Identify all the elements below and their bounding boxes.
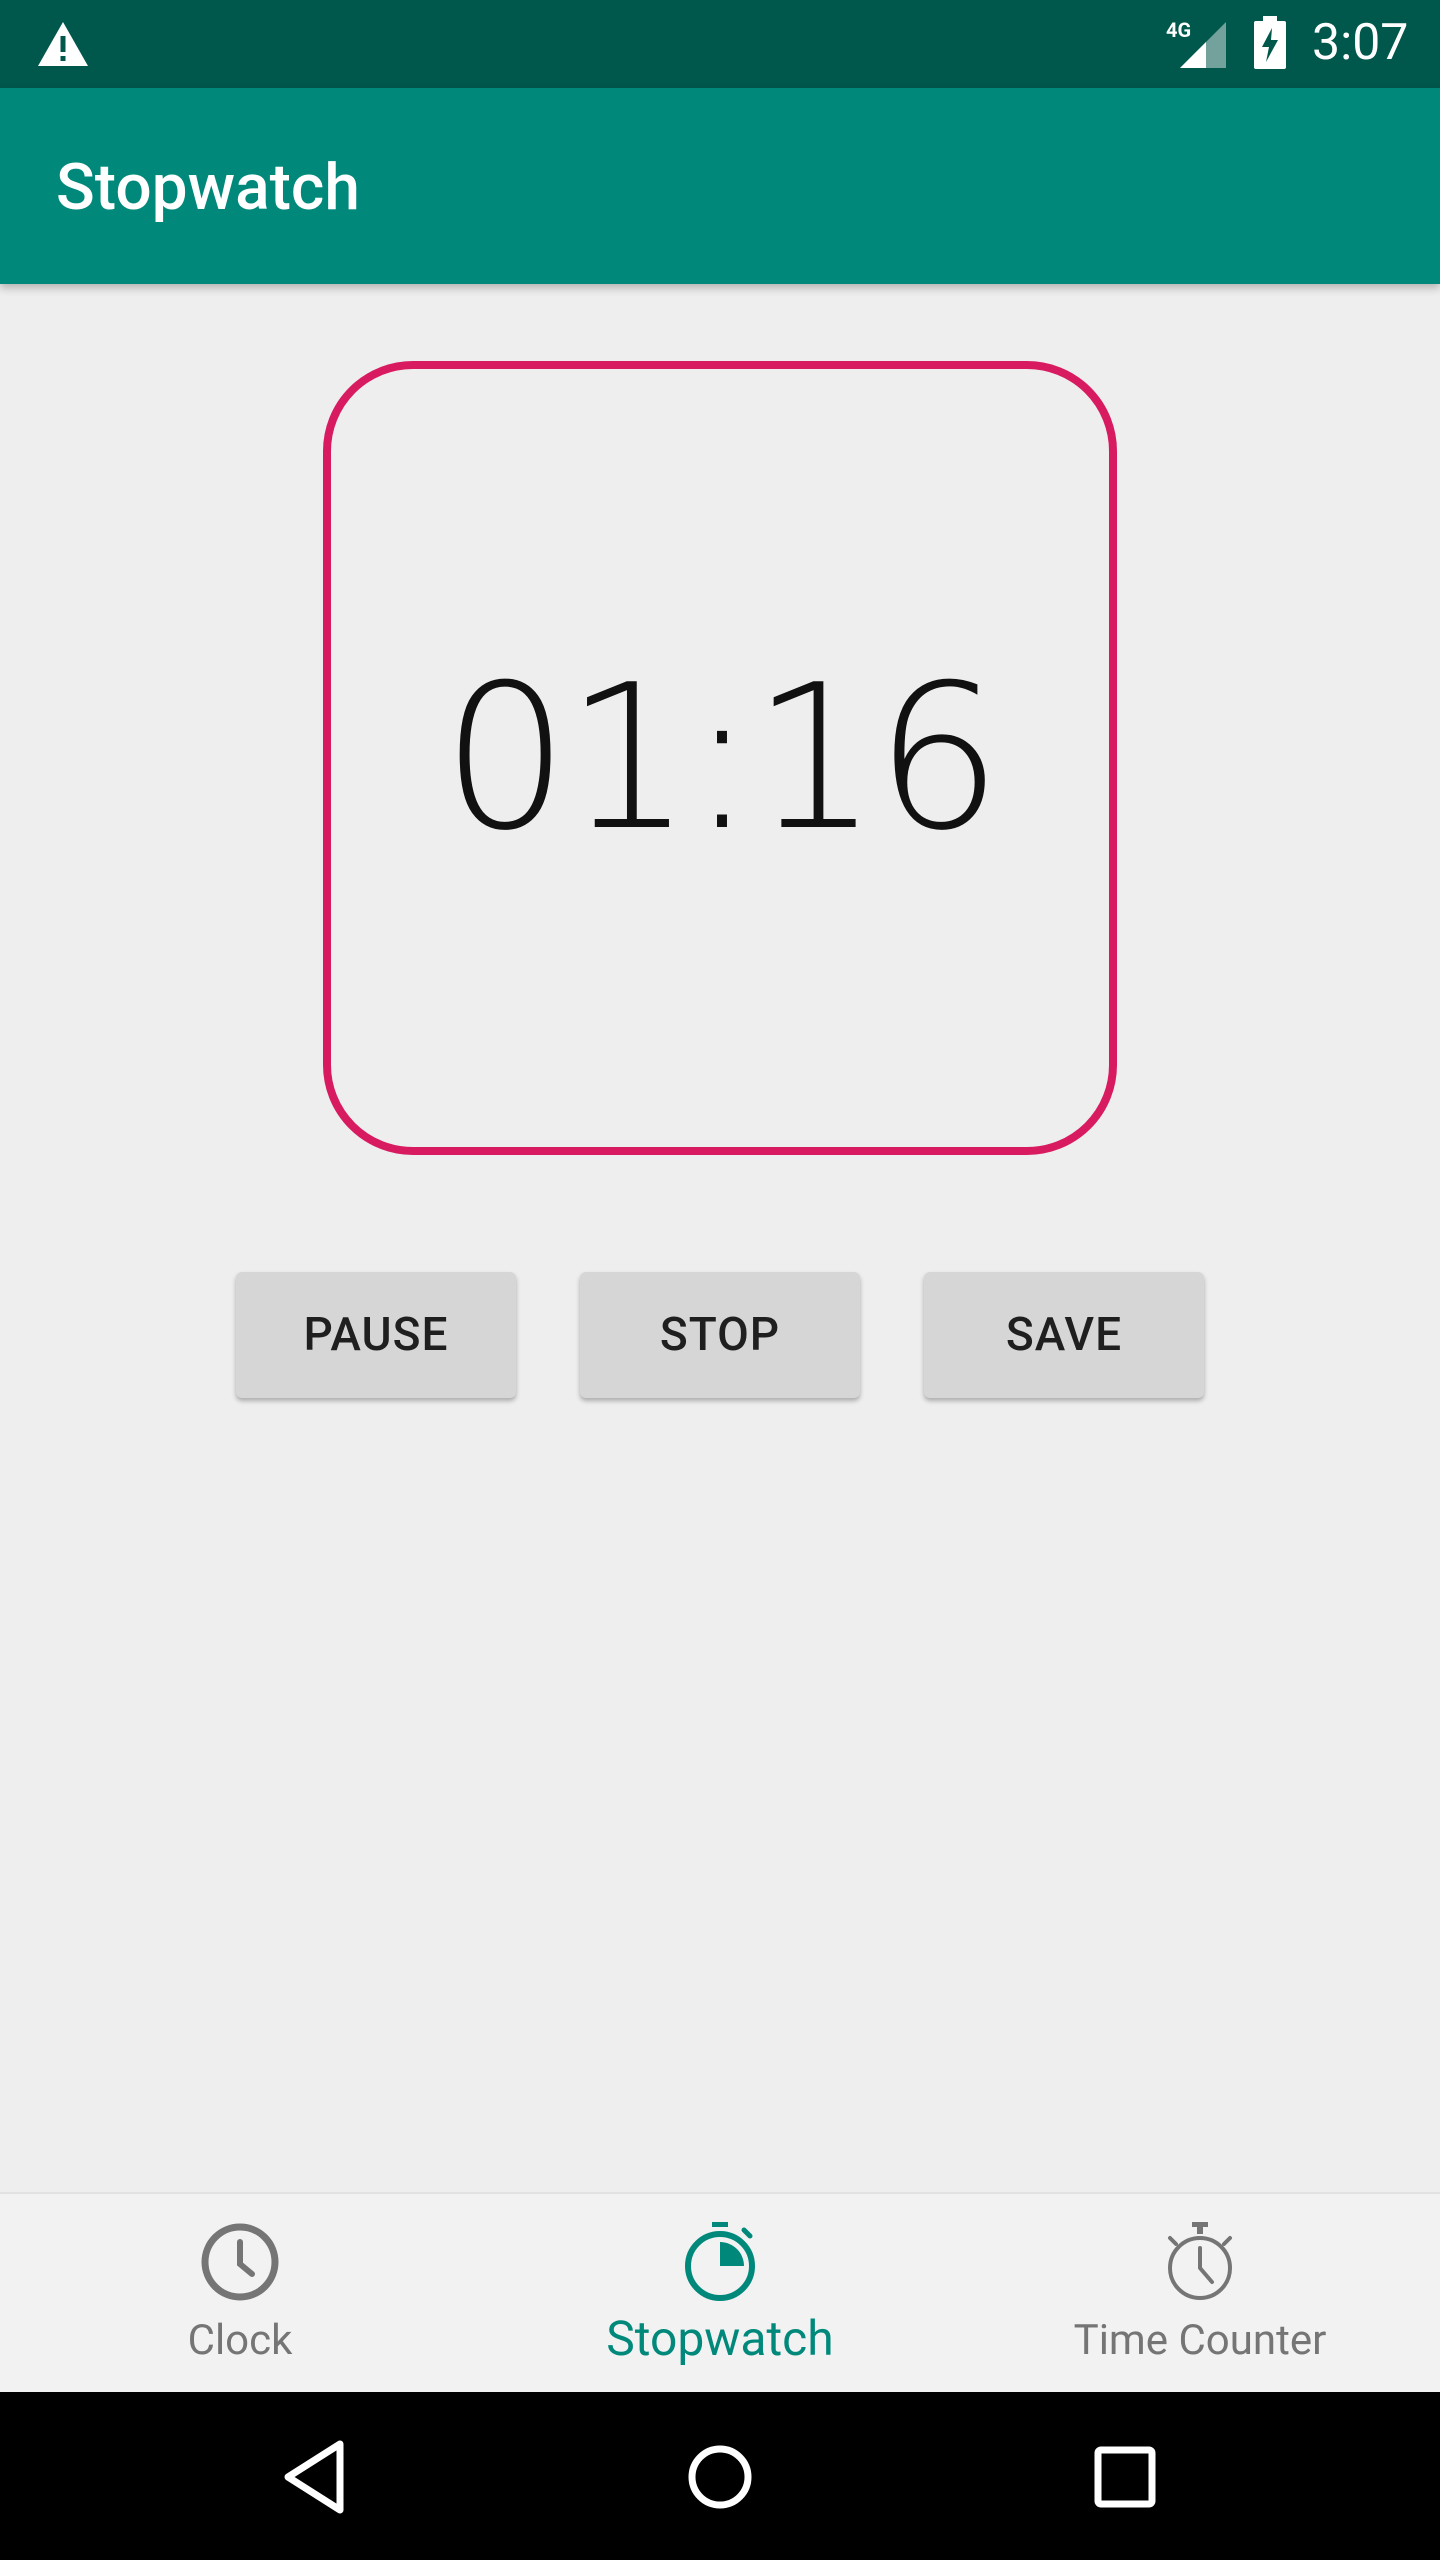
home-icon[interactable] — [675, 2432, 765, 2522]
pause-button[interactable]: PAUSE — [236, 1272, 516, 1398]
save-button[interactable]: SAVE — [924, 1272, 1204, 1398]
stopwatch-icon — [685, 2222, 755, 2301]
timer-frame: 01:16 — [323, 361, 1117, 1155]
nav-item-time-counter[interactable]: Time Counter — [960, 2194, 1440, 2394]
system-navigation-bar — [0, 2392, 1440, 2560]
page-title: Stopwatch — [56, 150, 360, 225]
warning-icon — [38, 22, 88, 66]
bottom-navigation: Clock Stopwatch Time Counter — [0, 2192, 1440, 2392]
battery-charging-icon — [1254, 16, 1286, 69]
nav-label-stopwatch: Stopwatch — [606, 2310, 834, 2367]
status-bar: 4G 3:07 — [0, 0, 1440, 88]
stop-button[interactable]: STOP — [580, 1272, 860, 1398]
nav-label-clock: Clock — [187, 2316, 293, 2365]
clock-time: 3:07 — [1312, 14, 1409, 72]
back-icon[interactable] — [270, 2432, 360, 2522]
nav-label-time-counter: Time Counter — [1073, 2316, 1327, 2365]
timer-display: 01:16 — [441, 641, 1002, 875]
clock-icon — [201, 2223, 279, 2301]
nav-item-stopwatch[interactable]: Stopwatch — [480, 2194, 960, 2394]
nav-item-clock[interactable]: Clock — [0, 2194, 480, 2394]
recents-icon[interactable] — [1080, 2432, 1170, 2522]
timer-icon — [1168, 2222, 1232, 2300]
app-bar: Stopwatch — [0, 88, 1440, 284]
signal-icon — [1180, 22, 1226, 68]
